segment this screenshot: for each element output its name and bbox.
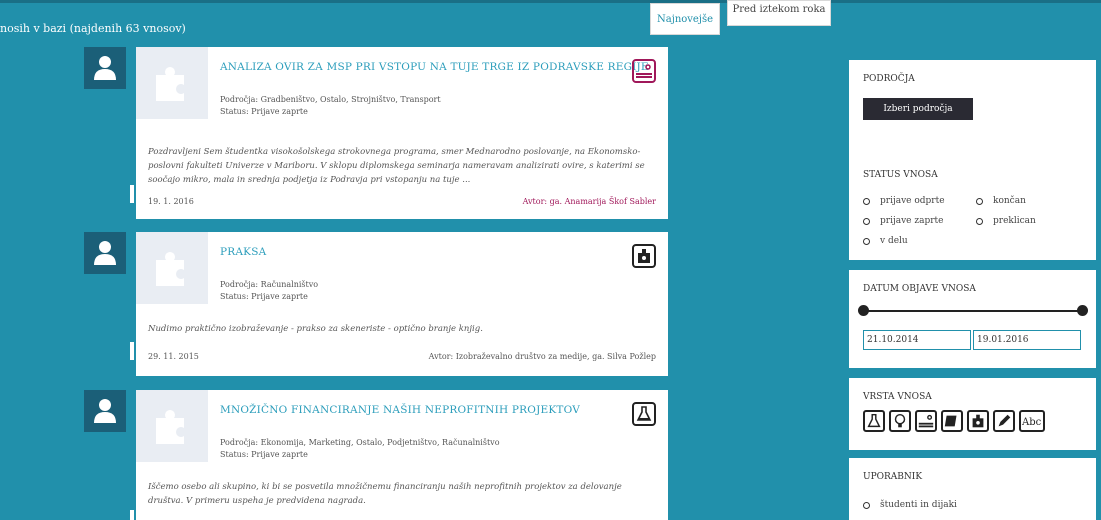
pencil-icon[interactable] xyxy=(993,410,1015,432)
book-icon[interactable] xyxy=(941,410,963,432)
entry-thumbnail xyxy=(136,232,208,304)
status-option[interactable]: prijave odprte xyxy=(863,196,945,206)
entry-areas-label: Področja: xyxy=(220,95,259,104)
entry-areas: Področja: Gradbeništvo, Ostalo, Strojniš… xyxy=(220,95,441,104)
bulb-icon[interactable] xyxy=(889,410,911,432)
status-option-label: končan xyxy=(993,196,1026,206)
user-icon xyxy=(94,56,116,80)
user-icon xyxy=(94,399,116,423)
badge-icon[interactable] xyxy=(967,410,989,432)
entry-title[interactable]: MNOŽIČNO FINANCIRANJE NAŠIH NEPROFITNIH … xyxy=(220,404,580,416)
entry-excerpt: Pozdravljeni Sem študentka visokošolskeg… xyxy=(148,147,645,185)
entry-date: 29. 11. 2015 xyxy=(148,352,199,361)
entry-author[interactable]: Avtor: Izobraževalno društvo za medije, … xyxy=(429,352,656,361)
status-option[interactable]: prijave zaprte xyxy=(863,216,943,226)
entry-title[interactable]: ANALIZA OVIR ZA MSP PRI VSTOPU NA TUJE T… xyxy=(220,61,649,73)
radio-dot[interactable] xyxy=(976,217,983,225)
entry-areas: Področja: Računalništvo xyxy=(220,280,318,289)
status-option-label: preklican xyxy=(993,216,1036,226)
date-range-start-handle[interactable] xyxy=(858,305,869,316)
user-icon xyxy=(94,241,116,265)
card-edge-bar xyxy=(130,185,134,203)
entry-status: Status: Prijave zaprte xyxy=(220,107,308,116)
date-from-input[interactable]: 21.10.2014 xyxy=(863,330,971,350)
card-edge-bar xyxy=(130,510,134,520)
radio-dot[interactable] xyxy=(863,237,870,245)
flask-icon[interactable] xyxy=(863,410,885,432)
puzzle-icon xyxy=(156,410,184,444)
filter-date-title: DATUM OBJAVE VNOSA xyxy=(863,284,976,294)
date-range-end-handle[interactable] xyxy=(1077,305,1088,316)
entry-areas-list: Gradbeništvo, Ostalo, Strojništvo, Trans… xyxy=(260,95,441,104)
filter-status-panel: STATUS VNOSA prijave odprte končan prija… xyxy=(849,156,1096,260)
filter-user-panel: UPORABNIK študenti in dijaki xyxy=(849,458,1096,520)
status-option-label: prijave odprte xyxy=(880,196,945,206)
filter-areas-title: PODROČJA xyxy=(863,74,915,84)
card-edge-bar xyxy=(130,342,134,360)
avatar[interactable] xyxy=(84,390,126,432)
puzzle-icon xyxy=(156,252,184,286)
entry-excerpt: Iščemo osebo ali skupino, ki bi se posve… xyxy=(148,482,622,506)
radio-dot[interactable] xyxy=(863,197,870,205)
filter-status-title: STATUS VNOSA xyxy=(863,170,938,180)
entry-author[interactable]: Avtor: ga. Anamarija Škof Sabler xyxy=(523,197,656,206)
entry-areas-label: Področja: xyxy=(220,438,259,447)
user-option[interactable]: študenti in dijaki xyxy=(863,500,957,510)
filter-areas-panel: PODROČJA Izberi področja xyxy=(849,60,1096,156)
date-range-track[interactable] xyxy=(863,310,1083,312)
entry-thumbnail xyxy=(136,47,208,119)
avatar[interactable] xyxy=(84,232,126,274)
radio-dot[interactable] xyxy=(863,217,870,225)
entry-thumbnail xyxy=(136,390,208,462)
entry-areas-list: Računalništvo xyxy=(260,280,319,289)
choose-areas-button[interactable]: Izberi področja xyxy=(863,98,973,120)
entry-card[interactable]: PRAKSA Področja: Računalništvo Status: P… xyxy=(130,232,668,376)
filter-user-title: UPORABNIK xyxy=(863,472,923,482)
sort-deadline-button[interactable]: Pred iztekom roka xyxy=(727,0,831,26)
entry-status: Status: Prijave zaprte xyxy=(220,292,308,301)
sort-newest-button[interactable]: Najnovejše xyxy=(650,3,720,35)
entry-excerpt: Nudimo praktično izobraževanje - prakso … xyxy=(148,324,483,334)
filter-type-panel: VRSTA VNOSA Abc xyxy=(849,378,1096,450)
status-option-label: v delu xyxy=(880,236,908,246)
top-bar xyxy=(0,0,1101,3)
radio-dot[interactable] xyxy=(976,197,983,205)
report-icon xyxy=(632,59,656,83)
results-count: nosih v bazi (najdenih 63 vnosov) xyxy=(0,22,186,35)
date-to-input[interactable]: 19.01.2016 xyxy=(973,330,1081,350)
entry-date: 19. 1. 2016 xyxy=(148,197,194,206)
status-option-label: prijave zaprte xyxy=(880,216,944,226)
entry-card[interactable]: ANALIZA OVIR ZA MSP PRI VSTOPU NA TUJE T… xyxy=(130,47,668,219)
puzzle-icon xyxy=(156,67,184,101)
filter-type-title: VRSTA VNOSA xyxy=(863,392,932,402)
status-option[interactable]: končan xyxy=(976,196,1026,206)
avatar[interactable] xyxy=(84,47,126,89)
entry-areas-list: Ekonomija, Marketing, Ostalo, Podjetništ… xyxy=(260,438,500,447)
badge-icon xyxy=(632,244,656,268)
svg-text:Abc: Abc xyxy=(1021,417,1042,428)
entry-areas-label: Področja: xyxy=(220,280,259,289)
entry-areas: Področja: Ekonomija, Marketing, Ostalo, … xyxy=(220,438,500,447)
entry-card[interactable]: MNOŽIČNO FINANCIRANJE NAŠIH NEPROFITNIH … xyxy=(130,390,668,520)
filter-date-panel: DATUM OBJAVE VNOSA 21.10.2014 19.01.2016 xyxy=(849,270,1096,368)
entry-title[interactable]: PRAKSA xyxy=(220,246,266,258)
status-option[interactable]: v delu xyxy=(863,236,908,246)
abc-icon[interactable]: Abc xyxy=(1019,410,1045,432)
user-option-label: študenti in dijaki xyxy=(880,500,957,510)
report-icon[interactable] xyxy=(915,410,937,432)
status-option[interactable]: preklican xyxy=(976,216,1036,226)
flask-icon xyxy=(632,402,656,426)
entry-status: Status: Prijave zaprte xyxy=(220,450,308,459)
radio-dot[interactable] xyxy=(863,501,870,509)
